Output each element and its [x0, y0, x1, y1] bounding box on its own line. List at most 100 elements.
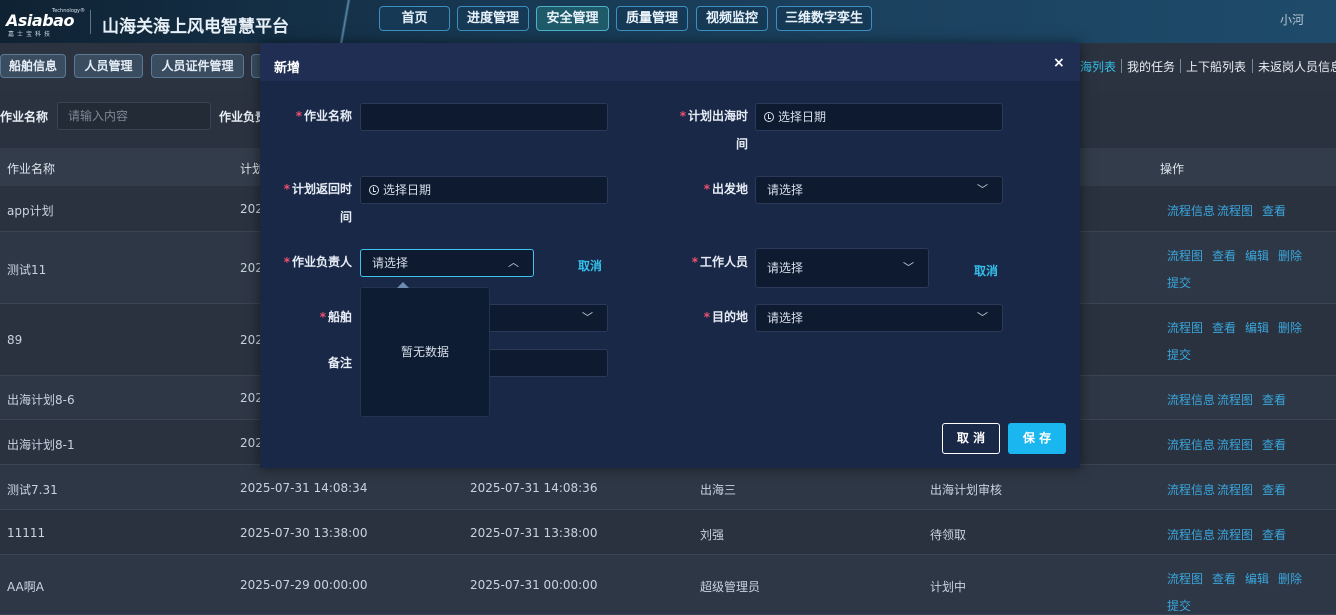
label-depart-text: 出发地: [711, 182, 748, 196]
row-action-link[interactable]: 流程图: [1217, 526, 1253, 543]
header-divider: [90, 10, 91, 34]
job-name-input[interactable]: [360, 103, 608, 131]
table-cell: 出海计划审核: [930, 483, 1003, 497]
table-cell: 2025-07-31 14:08:36: [470, 481, 598, 495]
subnav-boarding-list[interactable]: 上下船列表: [1186, 58, 1246, 75]
row-action-link[interactable]: 编辑: [1245, 319, 1269, 336]
row-action-link[interactable]: 查看: [1262, 481, 1286, 498]
row-action-link[interactable]: 提交: [1167, 346, 1191, 363]
row-action-link[interactable]: 删除: [1278, 319, 1302, 336]
row-action-link[interactable]: 提交: [1167, 597, 1191, 614]
app-title: 山海关海上风电智慧平台: [102, 17, 289, 37]
dest-select[interactable]: 请选择 ﹀: [755, 304, 1003, 332]
leader-select[interactable]: 请选择 ︿: [360, 249, 534, 277]
row-action-link[interactable]: 查看: [1212, 319, 1236, 336]
table-cell: 刘强: [700, 528, 725, 542]
row-action-link[interactable]: 查看: [1262, 391, 1286, 408]
depart-placeholder: 请选择: [767, 183, 804, 197]
dialog-title: 新增: [274, 61, 301, 76]
company-logo: Asiabao Technology® 嘉士宝科技: [6, 8, 85, 38]
row-action-link[interactable]: 流程图: [1217, 436, 1253, 453]
label-plan-back-wrap: 间: [339, 210, 352, 224]
clock-icon: [764, 112, 774, 122]
cancel-button[interactable]: 取 消: [942, 423, 1000, 454]
workers-placeholder: 请选择: [767, 261, 804, 275]
row-action-link[interactable]: 流程信息: [1167, 391, 1215, 408]
subnav-sep: [1121, 59, 1122, 73]
row-action-link[interactable]: 流程图: [1217, 481, 1253, 498]
row-action-link[interactable]: 编辑: [1245, 570, 1269, 587]
label-depart: * 出发地: [703, 182, 748, 196]
nav-home[interactable]: 首页: [379, 6, 450, 31]
depart-select[interactable]: 请选择 ﹀: [755, 176, 1003, 204]
table-cell: 2025-07-31 13:38:00: [470, 526, 598, 540]
row-action-link[interactable]: 流程图: [1167, 570, 1203, 587]
workers-cancel-link[interactable]: 取消: [974, 262, 998, 279]
subnav-my-tasks[interactable]: 我的任务: [1127, 58, 1175, 75]
row-action-link[interactable]: 流程信息: [1167, 436, 1215, 453]
table-cell: 出海三: [700, 483, 737, 497]
row-action-link[interactable]: 流程信息: [1167, 526, 1215, 543]
subnav-sep: [1252, 59, 1253, 73]
plan-out-placeholder: 选择日期: [778, 110, 827, 124]
table-row: [0, 465, 1336, 510]
row-action-link[interactable]: 查看: [1212, 247, 1236, 264]
label-dest-text: 目的地: [711, 310, 748, 324]
table-cell: 2025-07-31 14:08:34: [240, 481, 368, 495]
table-cell: AA啊A: [7, 580, 44, 594]
table-row: [0, 555, 1336, 615]
workers-select[interactable]: 请选择 ﹀: [755, 248, 929, 288]
row-action-link[interactable]: 查看: [1262, 436, 1286, 453]
nav-digital-twin[interactable]: 三维数字孪生: [776, 6, 872, 31]
row-action-link[interactable]: 删除: [1278, 247, 1302, 264]
leader-cancel-link[interactable]: 取消: [578, 257, 602, 274]
row-action-link[interactable]: 流程信息: [1167, 481, 1215, 498]
label-workers-text: 工作人员: [699, 255, 748, 269]
table-row: [0, 510, 1336, 555]
row-action-link[interactable]: 流程图: [1167, 319, 1203, 336]
nav-safety[interactable]: 安全管理: [536, 6, 609, 31]
row-action-link[interactable]: 查看: [1212, 570, 1236, 587]
row-action-link[interactable]: 查看: [1262, 202, 1286, 219]
subnav-unreturned[interactable]: 未返岗人员信息: [1258, 58, 1336, 75]
row-action-link[interactable]: 编辑: [1245, 247, 1269, 264]
row-action-link[interactable]: 流程图: [1217, 391, 1253, 408]
plan-back-datepicker[interactable]: 选择日期: [360, 176, 608, 204]
close-icon[interactable]: ×: [1053, 55, 1065, 71]
label-remark: 备注: [327, 356, 352, 370]
label-ship: * 船舶: [319, 310, 352, 324]
label-leader: * 作业负责人: [283, 255, 352, 269]
leader-placeholder: 请选择: [372, 256, 409, 270]
row-action-link[interactable]: 查看: [1262, 526, 1286, 543]
nav-video[interactable]: 视频监控: [696, 6, 768, 31]
table-cell: 2025-07-29 00:00:00: [240, 578, 368, 592]
plan-out-datepicker[interactable]: 选择日期: [755, 103, 1003, 131]
table-cell: 出海计划8-1: [7, 438, 75, 452]
subnav-certificates[interactable]: 人员证件管理: [151, 54, 244, 78]
clock-icon: [369, 185, 379, 195]
filter-job-name-input[interactable]: 请输入内容: [57, 102, 211, 130]
subnav-personnel[interactable]: 人员管理: [74, 54, 143, 78]
label-leader-text: 作业负责人: [291, 255, 352, 269]
table-cell: 测试11: [7, 263, 47, 277]
nav-progress[interactable]: 进度管理: [457, 6, 529, 31]
nav-quality[interactable]: 质量管理: [616, 6, 688, 31]
subnav-sep: [1180, 59, 1181, 73]
user-name[interactable]: 小河: [1280, 11, 1304, 28]
row-action-link[interactable]: 流程图: [1167, 247, 1203, 264]
row-action-link[interactable]: 提交: [1167, 274, 1191, 291]
table-cell: 计划中: [930, 580, 967, 594]
label-job-name-text: 作业名称: [303, 109, 352, 123]
subnav-sea-list[interactable]: 海列表: [1080, 58, 1116, 75]
label-job-name: * 作业名称: [295, 109, 352, 123]
row-action-link[interactable]: 流程信息: [1167, 202, 1215, 219]
label-plan-out-text: 计划出海时: [687, 109, 748, 123]
row-action-link[interactable]: 流程图: [1217, 202, 1253, 219]
table-cell: 11111: [7, 526, 46, 540]
table-cell: app计划: [7, 204, 54, 218]
subnav-ship-info[interactable]: 船舶信息: [0, 54, 66, 78]
chevron-down-icon: ﹀: [582, 311, 593, 324]
header-decoration: [330, 0, 360, 43]
save-button[interactable]: 保 存: [1008, 423, 1066, 454]
row-action-link[interactable]: 删除: [1278, 570, 1302, 587]
